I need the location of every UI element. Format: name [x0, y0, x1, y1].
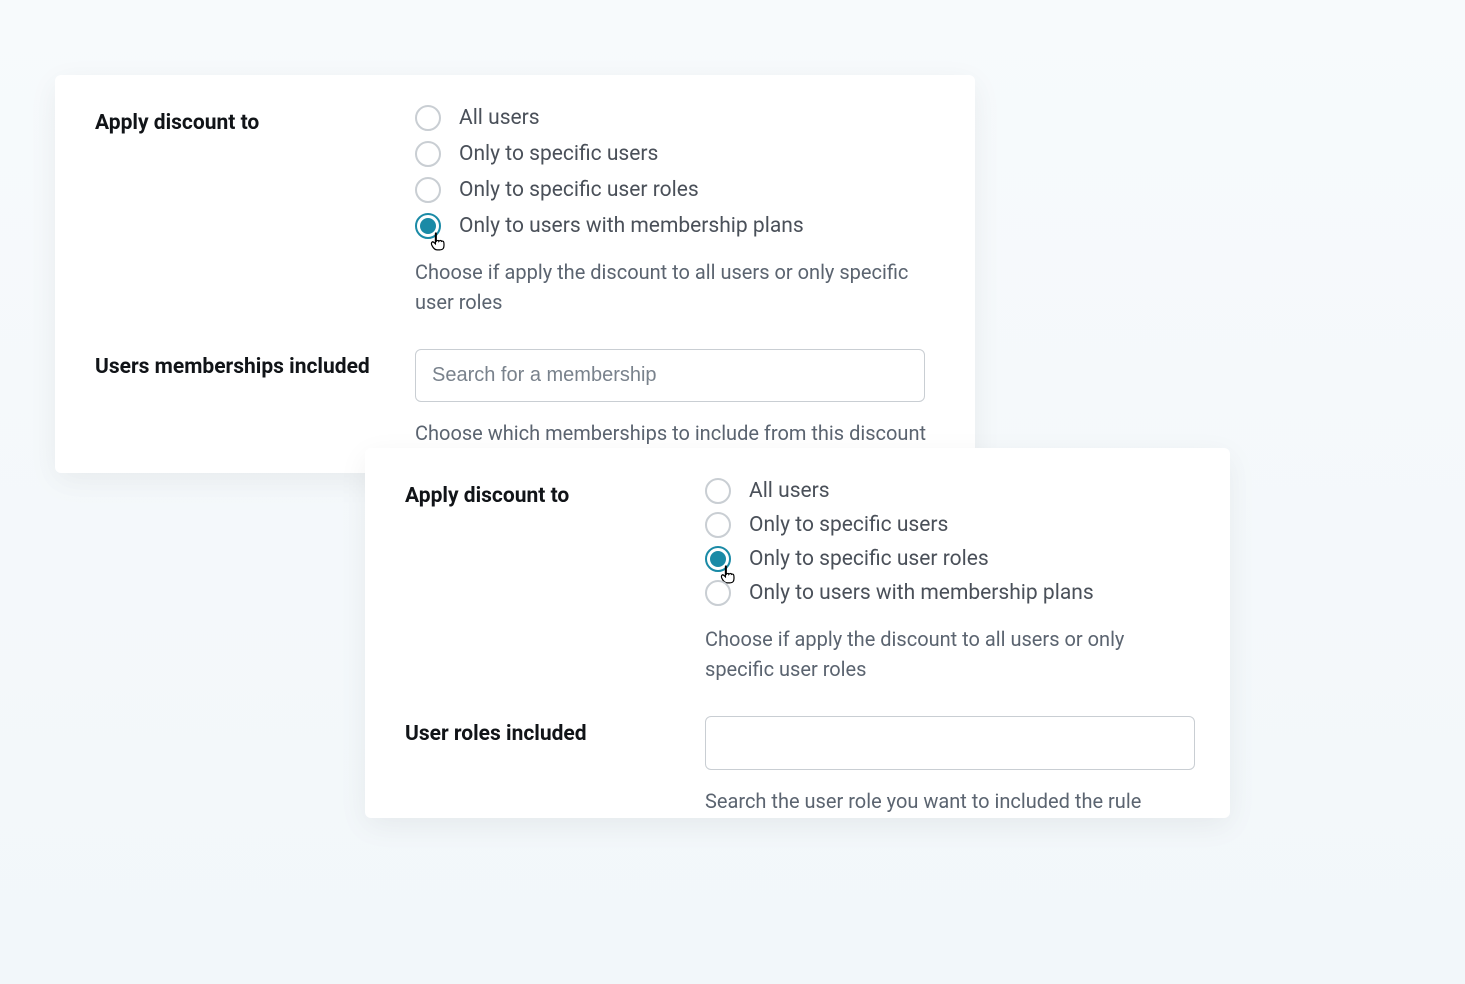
discount-settings-panel-roles: Apply discount to All users Only to spec… [365, 448, 1230, 818]
user-roles-search-input[interactable] [705, 716, 1195, 770]
apply-discount-radio-group: All users Only to specific users Only to… [415, 105, 935, 239]
apply-discount-row: Apply discount to All users Only to spec… [95, 105, 935, 317]
user-roles-included-label: User roles included [405, 716, 705, 749]
memberships-included-field: Choose which memberships to include from… [415, 349, 935, 448]
user-roles-included-help: Search the user role you want to include… [705, 786, 1195, 816]
radio-icon [705, 546, 731, 572]
radio-icon [415, 141, 441, 167]
radio-icon [415, 105, 441, 131]
apply-discount-field: All users Only to specific users Only to… [415, 105, 935, 317]
user-roles-included-field: Search the user role you want to include… [705, 716, 1195, 816]
radio-option-specific-users[interactable]: Only to specific users [705, 512, 1190, 538]
radio-icon [415, 213, 441, 239]
memberships-included-help: Choose which memberships to include from… [415, 418, 935, 448]
apply-discount-row: Apply discount to All users Only to spec… [405, 478, 1190, 684]
apply-discount-help: Choose if apply the discount to all user… [415, 257, 935, 317]
user-roles-included-row: User roles included Search the user role… [405, 716, 1190, 816]
radio-label: Only to users with membership plans [749, 581, 1094, 605]
discount-settings-panel-membership: Apply discount to All users Only to spec… [55, 75, 975, 473]
apply-discount-label: Apply discount to [95, 105, 415, 138]
radio-option-specific-user-roles[interactable]: Only to specific user roles [415, 177, 935, 203]
memberships-included-row: Users memberships included Choose which … [95, 349, 935, 448]
apply-discount-field: All users Only to specific users Only to… [705, 478, 1190, 684]
radio-icon [415, 177, 441, 203]
radio-label: All users [459, 106, 540, 130]
radio-option-specific-user-roles[interactable]: Only to specific user roles [705, 546, 1190, 572]
apply-discount-radio-group: All users Only to specific users Only to… [705, 478, 1190, 606]
apply-discount-help: Choose if apply the discount to all user… [705, 624, 1190, 684]
radio-icon [705, 478, 731, 504]
radio-option-specific-users[interactable]: Only to specific users [415, 141, 935, 167]
radio-option-all-users[interactable]: All users [415, 105, 935, 131]
radio-icon [705, 580, 731, 606]
memberships-included-label: Users memberships included [95, 349, 415, 382]
radio-label: Only to specific user roles [459, 178, 699, 202]
radio-option-membership-plans[interactable]: Only to users with membership plans [705, 580, 1190, 606]
radio-label: Only to specific user roles [749, 547, 989, 571]
radio-label: Only to specific users [749, 513, 948, 537]
radio-option-membership-plans[interactable]: Only to users with membership plans [415, 213, 935, 239]
radio-option-all-users[interactable]: All users [705, 478, 1190, 504]
radio-label: Only to users with membership plans [459, 214, 804, 238]
radio-label: Only to specific users [459, 142, 658, 166]
radio-icon [705, 512, 731, 538]
membership-search-input[interactable] [415, 349, 925, 402]
apply-discount-label: Apply discount to [405, 478, 705, 511]
radio-label: All users [749, 479, 830, 503]
